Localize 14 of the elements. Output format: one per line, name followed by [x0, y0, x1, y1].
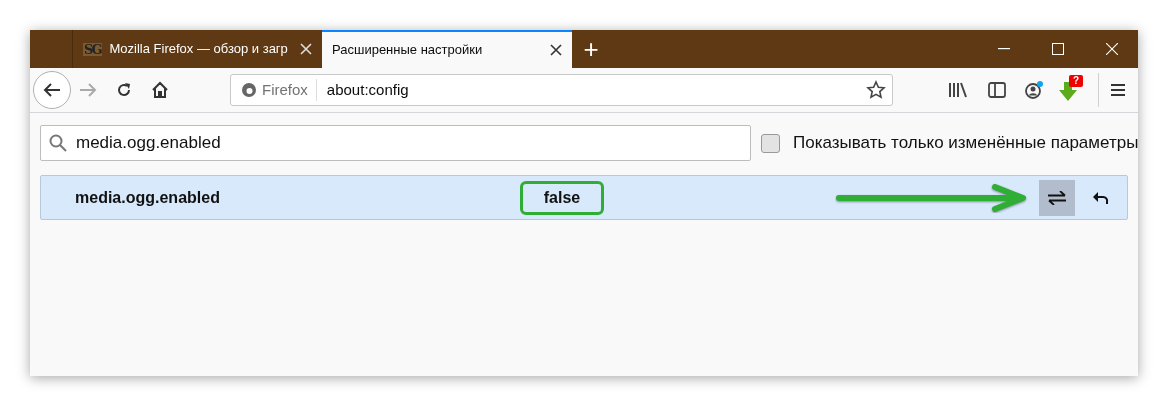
tab-title: Расширенные настройки — [332, 41, 484, 60]
checkbox-label: Показывать только изменённые параметры — [793, 132, 1139, 155]
identity-label: Firefox — [262, 78, 317, 102]
preference-name: media.ogg.enabled — [75, 187, 221, 208]
notification-badge: ? — [1069, 75, 1084, 87]
preference-row[interactable]: media.ogg.enabled false — [40, 175, 1128, 220]
preference-value: false — [543, 187, 581, 208]
search-field[interactable]: media.ogg.enabled — [40, 125, 751, 161]
tab-title: Mozilla Firefox — обзор и загр — [109, 40, 289, 59]
address-bar[interactable]: Firefox about:config — [230, 74, 893, 106]
browser-tab[interactable]: Расширенные настройки — [322, 30, 572, 68]
url-text: about:config — [326, 79, 409, 100]
site-logo: SG — [83, 42, 102, 56]
new-tab-button[interactable]: + — [572, 30, 610, 68]
